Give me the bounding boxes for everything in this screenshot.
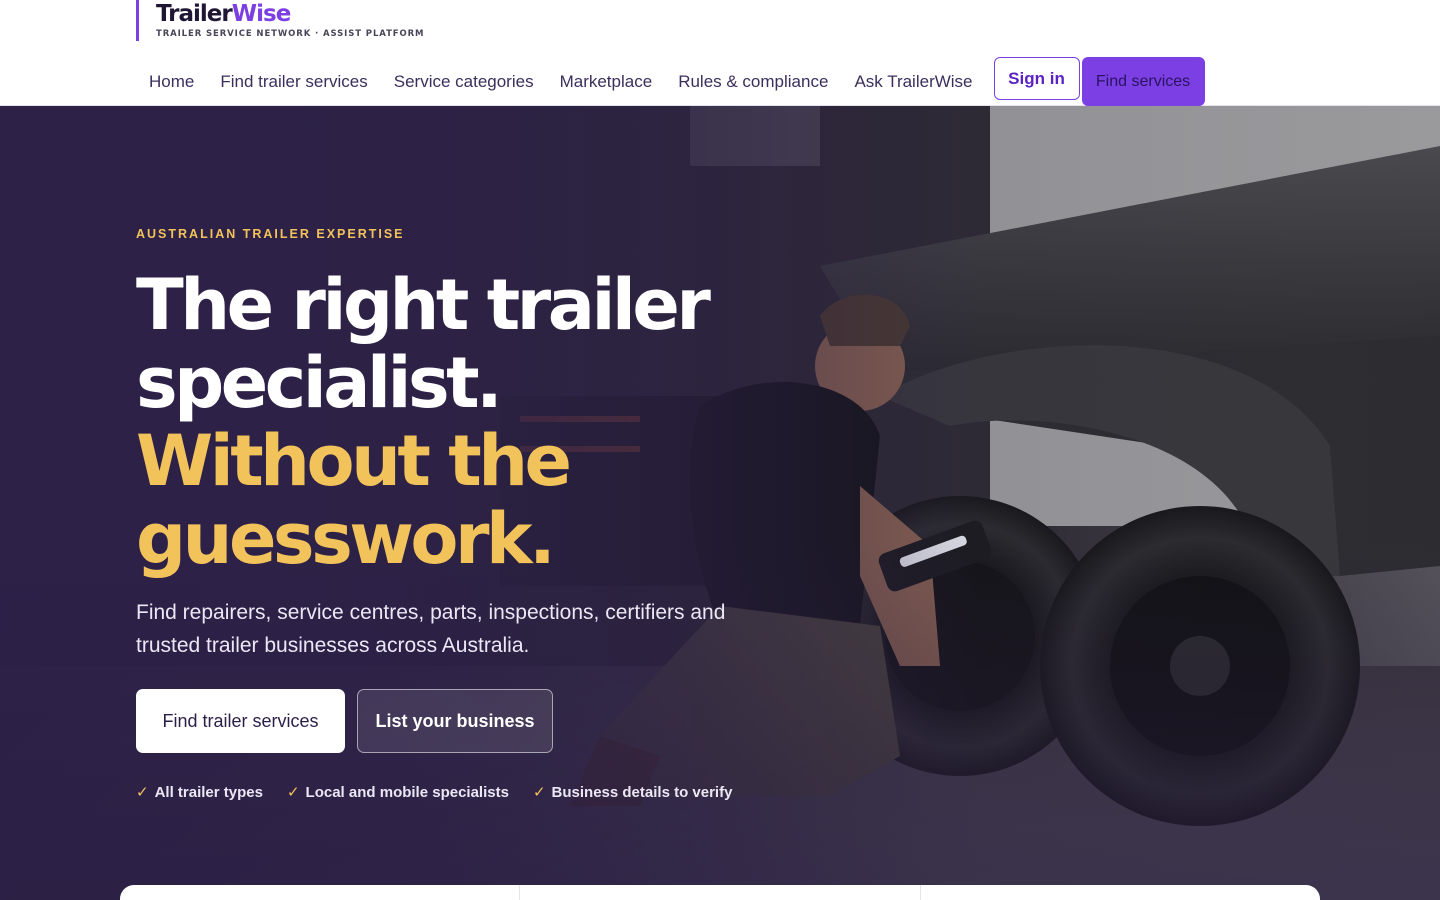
nav-rules-compliance[interactable]: Rules & compliance [665,57,841,106]
find-services-button[interactable]: Find services [1081,57,1205,106]
hero-cta-row: Find trailer services List your business [136,689,553,753]
hero-eyebrow: AUSTRALIAN TRAILER EXPERTISE [136,227,405,241]
list-your-business-button[interactable]: List your business [357,689,553,753]
nav-service-categories[interactable]: Service categories [381,57,547,106]
hero-headline-white: The right trailer specialist. [136,264,711,424]
logo[interactable]: TrailerWise TRAILER SERVICE NETWORK · AS… [136,0,424,41]
feature-cards-strip [120,885,1320,900]
hero-feature-checks: ✓ All trailer types ✓ Local and mobile s… [136,783,756,802]
main-nav: Home Find trailer services Service categ… [136,57,1205,106]
feature-check-label: All trailer types [154,783,263,801]
nav-find-trailer-services[interactable]: Find trailer services [207,57,380,106]
feature-card [921,885,1320,900]
hero-headline-gold: Without the guesswork. [136,420,572,580]
hero-subtitle: Find repairers, service centres, parts, … [136,601,726,657]
sign-in-button[interactable]: Sign in [993,57,1080,100]
feature-card [120,885,521,900]
logo-tagline: TRAILER SERVICE NETWORK · ASSIST PLATFOR… [156,29,425,39]
find-trailer-services-button[interactable]: Find trailer services [136,689,345,753]
check-icon: ✓ [286,784,300,801]
feature-check-item: ✓ Business details to verify [532,783,733,802]
feature-check-item: ✓ Local and mobile specialists [286,783,509,802]
logo-wordmark: TrailerWise [156,1,291,27]
feature-check-label: Local and mobile specialists [305,783,509,801]
nav-ask-trailerwise[interactable]: Ask TrailerWise [841,57,985,106]
site-header: TrailerWise TRAILER SERVICE NETWORK · AS… [0,0,1440,106]
nav-marketplace[interactable]: Marketplace [547,57,666,106]
feature-card [520,885,921,900]
feature-check-item: ✓ All trailer types [136,783,263,802]
check-icon: ✓ [532,784,546,801]
hero-headline: The right trailer specialist. Without th… [136,266,836,578]
hero: AUSTRALIAN TRAILER EXPERTISE The right t… [0,106,1440,900]
check-icon: ✓ [136,784,149,801]
feature-check-label: Business details to verify [551,783,733,801]
nav-home[interactable]: Home [136,57,207,106]
